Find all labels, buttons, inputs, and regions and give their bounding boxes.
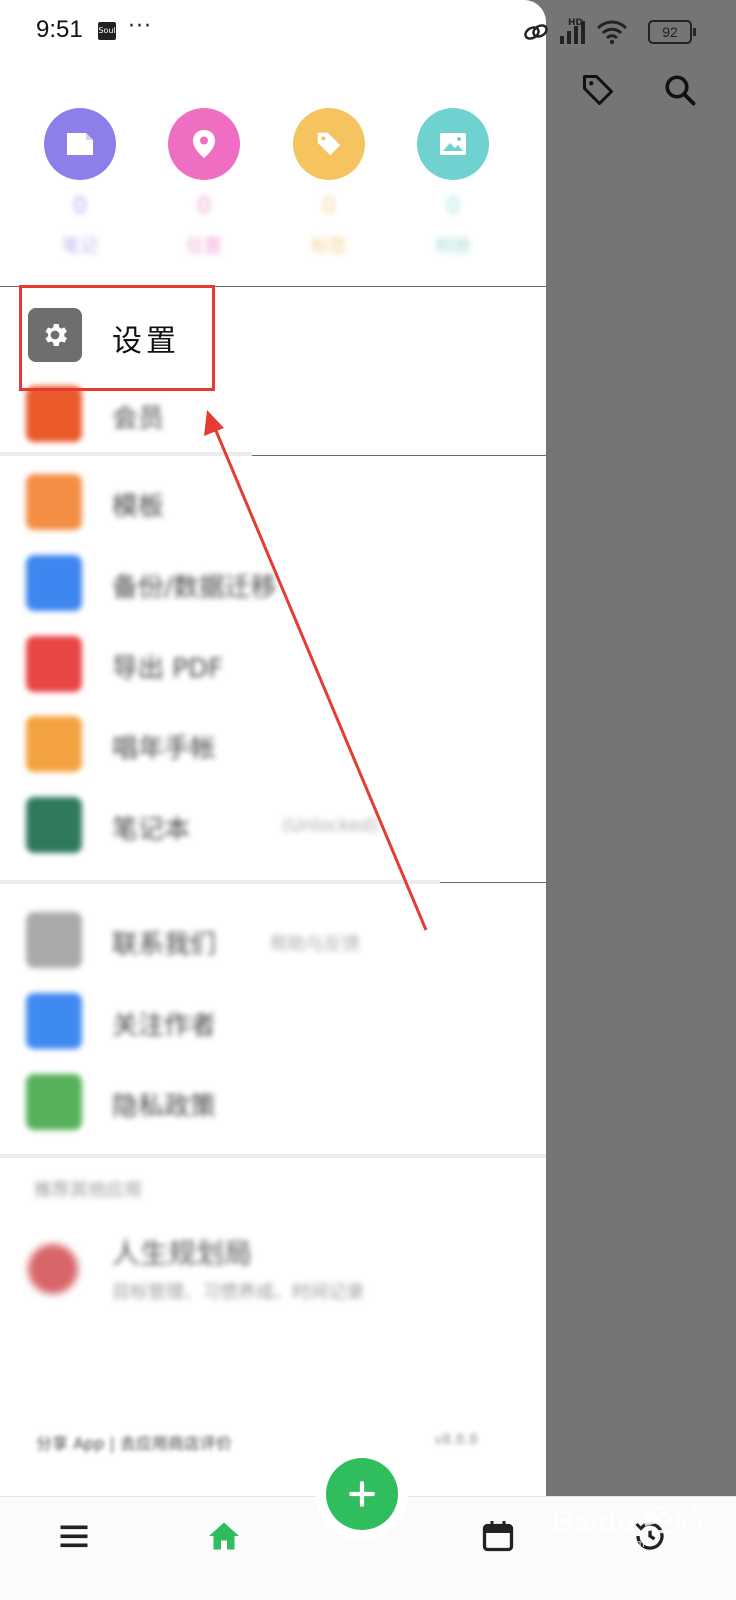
menu-item-label: 关注作者 bbox=[112, 1011, 217, 1041]
menu-item-sub: (Unlocked) bbox=[282, 815, 379, 836]
quick-locations-label: 位置 bbox=[186, 236, 222, 257]
template-icon bbox=[26, 474, 82, 530]
calendar-icon[interactable] bbox=[480, 1518, 516, 1554]
follow-icon bbox=[26, 993, 82, 1049]
watermark-url: jingyan.baidu.com bbox=[556, 1538, 645, 1550]
quick-images-label: 相册 bbox=[435, 236, 471, 257]
version-label: v8.8.8 bbox=[434, 1432, 478, 1448]
menu-item-backup[interactable]: 备份/数据迁移 bbox=[0, 553, 546, 613]
menu-item-label: 笔记本 bbox=[112, 815, 191, 845]
menu-item-label: 联系我们 bbox=[112, 930, 217, 960]
quick-locations-count: 0 bbox=[197, 194, 211, 219]
search-icon[interactable] bbox=[662, 72, 698, 108]
quick-images-circle bbox=[417, 108, 489, 180]
contact-icon bbox=[26, 912, 82, 968]
battery-indicator: 92 bbox=[648, 20, 696, 44]
quick-notes-label: 笔记 bbox=[62, 236, 98, 257]
quick-tags-label: 标签 bbox=[311, 236, 347, 257]
promo-title[interactable]: 人生规划局 bbox=[112, 1232, 252, 1272]
tag-icon bbox=[317, 132, 341, 156]
image-icon bbox=[440, 133, 466, 155]
member-icon bbox=[26, 386, 82, 442]
menu-icon[interactable] bbox=[56, 1518, 92, 1554]
quick-images-count: 0 bbox=[446, 194, 460, 219]
plus-icon bbox=[349, 1481, 375, 1507]
menu-item-export-pdf[interactable]: 导出 PDF bbox=[0, 634, 546, 694]
quick-images[interactable]: 0 相册 bbox=[417, 108, 489, 258]
menu-item-label: 会员 bbox=[112, 404, 165, 434]
promo-app-icon[interactable] bbox=[28, 1244, 78, 1294]
watermark-brand: Baidu 经验 bbox=[552, 1505, 704, 1538]
menu-item-follow[interactable]: 关注作者 bbox=[0, 991, 546, 1051]
menu-item-label: 唱年手帐 bbox=[112, 734, 217, 764]
menu-item-member[interactable]: 会员 bbox=[0, 384, 546, 444]
notification-app-icon: Soul bbox=[98, 22, 116, 40]
quick-notes-circle bbox=[44, 108, 116, 180]
share-rate-link[interactable]: 分享 App | 去应用商店评价 bbox=[36, 1430, 232, 1454]
calendar-note-icon bbox=[26, 716, 82, 772]
divider bbox=[0, 452, 252, 456]
wifi-icon bbox=[596, 20, 628, 45]
menu-item-label: 导出 PDF bbox=[112, 654, 223, 684]
divider bbox=[252, 455, 546, 456]
menu-item-yearly-journal[interactable]: 唱年手帐 bbox=[0, 714, 546, 774]
menu-item-sub: 帮助与反馈 bbox=[270, 934, 360, 955]
note-icon bbox=[67, 133, 93, 155]
quick-locations[interactable]: 0 位置 bbox=[168, 108, 240, 258]
quick-notes-count: 0 bbox=[73, 194, 87, 219]
quick-tags[interactable]: 0 标签 bbox=[293, 108, 365, 258]
divider bbox=[0, 880, 440, 884]
quick-tags-count: 0 bbox=[322, 194, 336, 219]
backup-icon bbox=[26, 555, 82, 611]
section-title: 推荐其他应用 bbox=[34, 1180, 142, 1201]
highlight-box bbox=[19, 285, 215, 391]
link-icon bbox=[524, 24, 548, 40]
location-icon bbox=[193, 130, 215, 158]
menu-item-label: 模板 bbox=[112, 492, 165, 522]
quick-tags-circle bbox=[293, 108, 365, 180]
menu-item-notebook[interactable]: 笔记本 (Unlocked) bbox=[0, 795, 546, 855]
status-time: 9:51 bbox=[36, 16, 83, 43]
divider bbox=[440, 882, 546, 883]
notebook-icon bbox=[26, 797, 82, 853]
home-icon[interactable] bbox=[206, 1518, 242, 1554]
menu-item-label: 隐私政策 bbox=[112, 1092, 217, 1122]
menu-item-label: 备份/数据迁移 bbox=[112, 573, 277, 603]
menu-item-contact[interactable]: 联系我们 帮助与反馈 bbox=[0, 910, 546, 970]
quick-notes[interactable]: 0 笔记 bbox=[44, 108, 116, 258]
privacy-icon bbox=[26, 1074, 82, 1130]
menu-item-privacy[interactable]: 隐私政策 bbox=[0, 1072, 546, 1132]
navigation-drawer: 9:51 Soul ··· 0 笔记 0 位置 0 标签 0 相册 设置 会员 … bbox=[0, 0, 546, 1520]
quick-locations-circle bbox=[168, 108, 240, 180]
menu-item-template[interactable]: 模板 bbox=[0, 472, 546, 532]
tag-icon[interactable] bbox=[580, 72, 616, 108]
add-button[interactable] bbox=[326, 1458, 398, 1530]
divider bbox=[0, 1154, 546, 1158]
signal-icon bbox=[560, 21, 585, 44]
promo-description: 目标管理、习惯养成、时间记录 bbox=[112, 1282, 364, 1303]
more-notifications-icon: ··· bbox=[128, 14, 152, 39]
pdf-icon bbox=[26, 636, 82, 692]
